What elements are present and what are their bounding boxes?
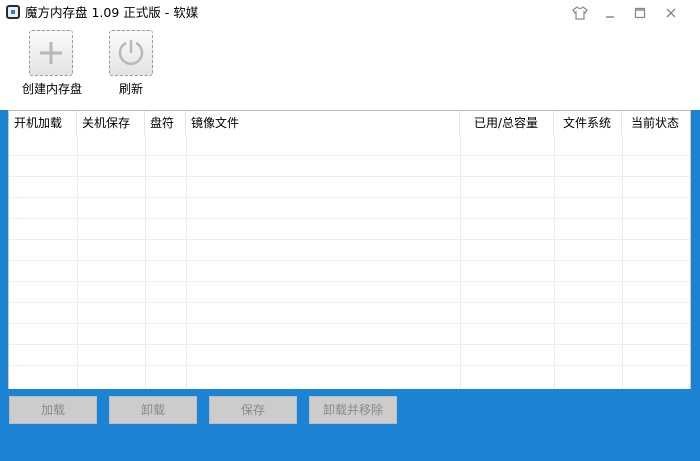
create-ramdisk-button[interactable]: 创建内存盘: [7, 30, 97, 100]
row-divider: [9, 281, 690, 282]
column-divider: [622, 135, 623, 389]
row-divider: [9, 323, 690, 324]
plus-icon: [29, 30, 73, 76]
column-header-shutdown-save[interactable]: 关机保存: [77, 111, 145, 135]
unload-and-remove-button[interactable]: 卸载并移除: [309, 396, 397, 424]
save-button[interactable]: 保存: [209, 396, 297, 424]
window-title: 魔方内存盘 1.09 正式版 - 软媒: [25, 5, 199, 20]
shirt-icon[interactable]: [570, 4, 590, 22]
row-divider: [9, 260, 690, 261]
ramdisk-table[interactable]: 开机加载 关机保存 盘符 镜像文件 已用/总容量 文件系统 当前状态: [8, 110, 691, 389]
column-header-used-total[interactable]: 已用/总容量: [460, 111, 554, 135]
column-header-boot-load[interactable]: 开机加载: [9, 111, 77, 135]
column-divider: [77, 135, 78, 389]
column-divider: [554, 135, 555, 389]
load-button[interactable]: 加载: [9, 396, 97, 424]
column-header-status[interactable]: 当前状态: [622, 111, 690, 135]
row-divider: [9, 344, 690, 345]
column-header-image-file[interactable]: 镜像文件: [186, 111, 460, 135]
table-header: 开机加载 关机保存 盘符 镜像文件 已用/总容量 文件系统 当前状态: [9, 111, 690, 135]
minimize-icon[interactable]: [600, 4, 620, 22]
app-icon: [6, 5, 20, 19]
maximize-icon[interactable]: [630, 4, 650, 22]
column-header-file-system[interactable]: 文件系统: [554, 111, 622, 135]
title-bar[interactable]: 魔方内存盘 1.09 正式版 - 软媒: [0, 0, 700, 26]
create-ramdisk-label: 创建内存盘: [21, 82, 82, 96]
refresh-label: 刷新: [118, 82, 143, 96]
column-divider: [460, 135, 461, 389]
row-divider: [9, 218, 690, 219]
row-divider: [9, 365, 690, 366]
row-divider: [9, 176, 690, 177]
refresh-icon: [109, 30, 153, 76]
row-divider: [9, 197, 690, 198]
column-divider: [145, 135, 146, 389]
row-divider: [9, 239, 690, 240]
unload-button[interactable]: 卸载: [109, 396, 197, 424]
column-divider: [186, 135, 187, 389]
row-divider: [9, 155, 690, 156]
row-divider: [9, 302, 690, 303]
column-header-drive-letter[interactable]: 盘符: [145, 111, 186, 135]
close-icon[interactable]: [661, 4, 681, 22]
refresh-button[interactable]: 刷新: [86, 30, 176, 100]
